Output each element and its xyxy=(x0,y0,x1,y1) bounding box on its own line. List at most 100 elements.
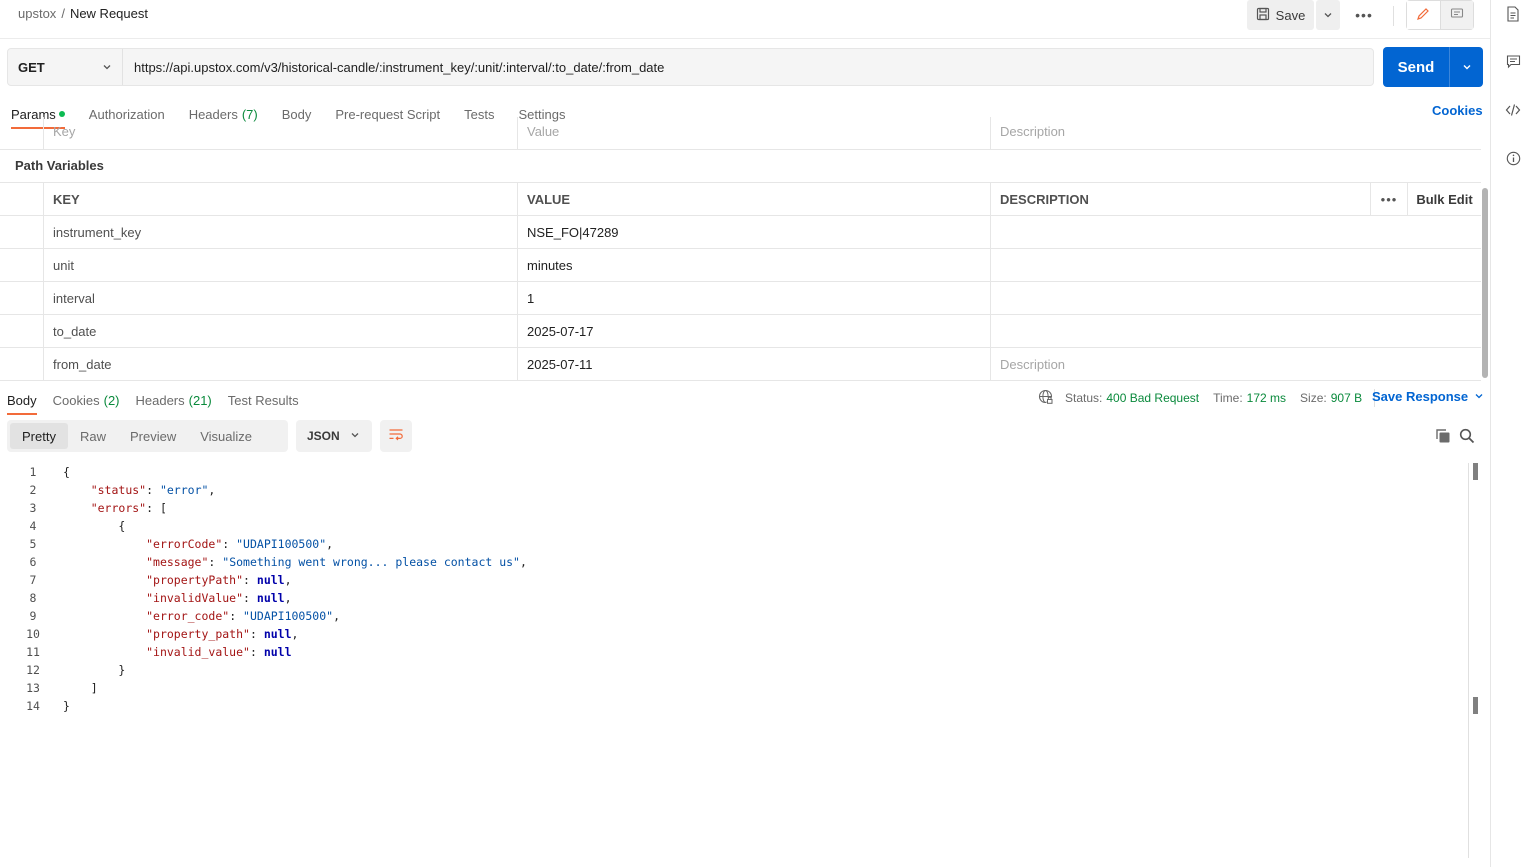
view-preview[interactable]: Preview xyxy=(118,423,188,449)
breadcrumb-workspace[interactable]: upstox xyxy=(18,6,56,21)
query-key-input[interactable]: Key xyxy=(44,117,518,149)
wrap-lines-icon xyxy=(388,428,404,445)
save-button[interactable]: Save xyxy=(1247,0,1314,30)
size-label: Size: xyxy=(1300,391,1327,405)
code-text: "error_code": "UDAPI100500", xyxy=(146,609,340,623)
path-key-cell: unit xyxy=(44,249,518,281)
documentation-icon[interactable] xyxy=(1505,6,1521,22)
response-tabs: Body Cookies (2) Headers (21) Test Results xyxy=(7,387,315,415)
cookies-link[interactable]: Cookies xyxy=(1432,103,1483,118)
tab-response-body[interactable]: Body xyxy=(7,387,37,415)
code-icon[interactable] xyxy=(1505,102,1521,118)
chevron-down-icon xyxy=(1462,60,1472,75)
query-description-input[interactable]: Description xyxy=(991,117,1481,149)
tab-response-cookies[interactable]: Cookies (2) xyxy=(53,387,120,413)
path-description-input[interactable] xyxy=(991,282,1481,314)
table-row: instrument_key NSE_FO|47289 xyxy=(0,216,1481,249)
code-text: "errorCode": "UDAPI100500", xyxy=(146,537,334,551)
code-text: { xyxy=(63,465,70,479)
search-icon[interactable] xyxy=(1459,428,1475,447)
row-handle xyxy=(0,315,44,347)
code-text: "message": "Something went wrong... plea… xyxy=(146,555,527,569)
line-number: 10 xyxy=(26,627,40,641)
bulk-edit-button[interactable]: Bulk Edit xyxy=(1408,183,1481,215)
edit-mode-button[interactable] xyxy=(1407,1,1441,29)
row-handle xyxy=(0,216,44,248)
tab-test-results[interactable]: Test Results xyxy=(228,387,299,413)
path-key-cell: to_date xyxy=(44,315,518,347)
code-text: "errors": [ xyxy=(90,501,167,515)
params-scrollbar[interactable] xyxy=(1482,188,1488,378)
line-number: 12 xyxy=(26,663,40,677)
save-label: Save xyxy=(1275,7,1306,23)
path-description-input[interactable] xyxy=(991,216,1481,248)
path-key-cell: interval xyxy=(44,282,518,314)
comments-mode-button[interactable] xyxy=(1440,1,1473,29)
info-icon[interactable] xyxy=(1505,150,1521,166)
path-key-cell: instrument_key xyxy=(44,216,518,248)
query-param-empty-row: Key Value Description xyxy=(0,117,1481,150)
code-text: } xyxy=(63,699,70,713)
line-number: 11 xyxy=(26,645,40,659)
path-value-input[interactable]: minutes xyxy=(518,249,991,281)
url-input[interactable]: https://api.upstox.com/v3/historical-can… xyxy=(123,49,664,85)
line-number: 2 xyxy=(29,483,37,497)
path-description-input[interactable] xyxy=(991,315,1481,347)
path-value-input[interactable]: NSE_FO|47289 xyxy=(518,216,991,248)
view-visualize[interactable]: Visualize xyxy=(188,423,264,449)
path-variables-title: Path Variables xyxy=(15,158,104,173)
line-number: 5 xyxy=(29,537,37,551)
query-value-input[interactable]: Value xyxy=(518,117,991,149)
breadcrumb: upstox / New Request xyxy=(18,6,148,21)
code-text: "status": "error", xyxy=(90,483,216,497)
code-text: "property_path": null, xyxy=(146,627,299,641)
view-pretty[interactable]: Pretty xyxy=(10,423,68,449)
comment-icon xyxy=(1450,7,1464,24)
row-handle xyxy=(0,117,44,149)
tab-response-cookies-label: Cookies xyxy=(52,392,100,408)
path-description-input[interactable] xyxy=(991,249,1481,281)
table-more-button[interactable]: ••• xyxy=(1370,183,1408,215)
chevron-down-icon xyxy=(350,429,360,443)
right-context-bar xyxy=(1490,0,1533,867)
path-value-input[interactable]: 1 xyxy=(518,282,991,314)
line-number: 6 xyxy=(29,555,37,569)
save-response-button[interactable]: Save Response xyxy=(1372,389,1484,404)
status-value[interactable]: 400 Bad Request xyxy=(1106,391,1199,405)
line-number: 4 xyxy=(29,519,37,533)
copy-icon[interactable] xyxy=(1435,428,1451,447)
row-handle xyxy=(0,183,44,215)
code-text: "invalid_value": null xyxy=(146,645,292,659)
more-actions-button[interactable]: ••• xyxy=(1350,2,1378,28)
view-raw[interactable]: Raw xyxy=(68,423,118,449)
tab-response-headers[interactable]: Headers (21) xyxy=(136,387,212,413)
column-header-key: KEY xyxy=(44,183,518,215)
code-text: "propertyPath": null, xyxy=(146,573,292,587)
send-button[interactable]: Send xyxy=(1383,47,1450,87)
column-header-value: VALUE xyxy=(518,183,991,215)
globe-icon[interactable] xyxy=(1038,389,1053,407)
comment-icon[interactable] xyxy=(1505,53,1521,69)
send-button-group: Send xyxy=(1383,47,1483,87)
pencil-icon xyxy=(1416,7,1430,24)
save-options-button[interactable] xyxy=(1316,0,1340,30)
response-cookies-count: (2) xyxy=(103,392,120,408)
format-select[interactable]: JSON xyxy=(296,420,372,452)
time-value[interactable]: 172 ms xyxy=(1247,391,1286,405)
request-name[interactable]: New Request xyxy=(70,6,148,21)
method-label: GET xyxy=(18,59,45,75)
path-value-input[interactable]: 2025-07-17 xyxy=(518,315,991,347)
send-options-button[interactable] xyxy=(1450,47,1483,87)
divider xyxy=(1393,6,1394,26)
code-scrollbar-track xyxy=(1468,463,1469,858)
method-select[interactable]: GET xyxy=(8,49,123,85)
line-number: 9 xyxy=(29,609,37,623)
url-bar: GET https://api.upstox.com/v3/historical… xyxy=(7,48,1374,86)
wrap-lines-button[interactable] xyxy=(380,420,412,452)
path-description-input[interactable]: Description xyxy=(991,348,1481,380)
size-value[interactable]: 907 B xyxy=(1331,391,1362,405)
response-headers-count: (21) xyxy=(188,392,212,408)
save-response-label: Save Response xyxy=(1372,389,1469,404)
table-row: interval 1 xyxy=(0,282,1481,315)
path-value-input[interactable]: 2025-07-11 xyxy=(518,348,991,380)
